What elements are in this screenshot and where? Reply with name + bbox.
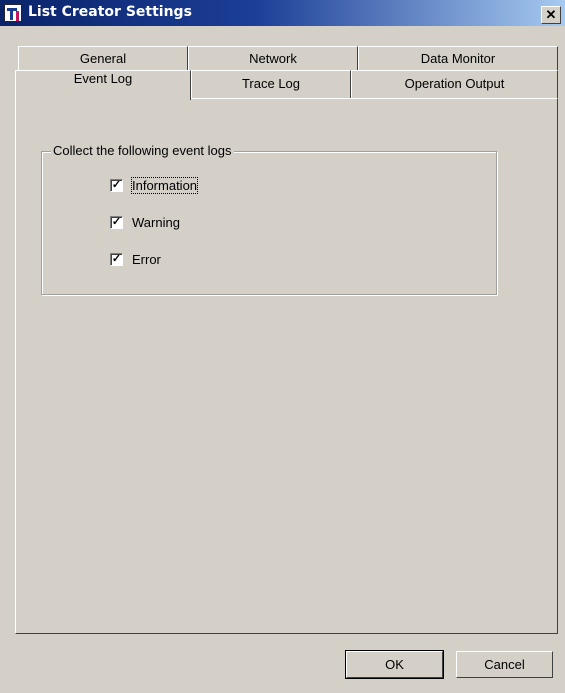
tab-label: Trace Log [241, 76, 301, 91]
close-button[interactable]: ✕ [541, 6, 561, 24]
error-checkbox[interactable]: ✓ [110, 253, 123, 266]
error-checkbox-row[interactable]: ✓ Error [110, 252, 161, 267]
tab-label: Network [249, 51, 297, 66]
title-bar[interactable]: List Creator Settings ✕ [0, 0, 565, 26]
information-checkbox[interactable]: ✓ [110, 179, 123, 192]
tab-trace-log[interactable]: Trace Log [191, 70, 351, 98]
error-label[interactable]: Error [132, 252, 161, 267]
tab-label: General [79, 51, 127, 66]
close-icon: ✕ [545, 7, 557, 22]
information-label[interactable]: Information [130, 177, 199, 194]
tab-label: Event Log [73, 71, 133, 86]
warning-checkbox[interactable]: ✓ [110, 216, 123, 229]
information-checkbox-row[interactable]: ✓ Information [110, 177, 199, 194]
tab-network[interactable]: Network [188, 46, 358, 70]
tab-general[interactable]: General [18, 46, 188, 70]
event-log-panel: Collect the following event logs ✓ Infor… [15, 98, 558, 634]
tab-operation-output[interactable]: Operation Output [351, 70, 558, 98]
app-icon [4, 4, 22, 22]
settings-dialog: List Creator Settings ✕ General Network … [0, 0, 565, 693]
groupbox-title: Collect the following event logs [51, 143, 234, 158]
cancel-button[interactable]: Cancel [456, 651, 553, 678]
tab-event-log[interactable]: Event Log [15, 70, 191, 100]
warning-checkbox-row[interactable]: ✓ Warning [110, 215, 180, 230]
ok-button[interactable]: OK [345, 650, 444, 679]
warning-label[interactable]: Warning [132, 215, 180, 230]
tab-data-monitor[interactable]: Data Monitor [358, 46, 558, 70]
event-log-groupbox: Collect the following event logs ✓ Infor… [41, 143, 497, 295]
tab-label: Operation Output [404, 76, 505, 91]
window-title: List Creator Settings [28, 4, 192, 20]
tab-label: Data Monitor [420, 51, 496, 66]
